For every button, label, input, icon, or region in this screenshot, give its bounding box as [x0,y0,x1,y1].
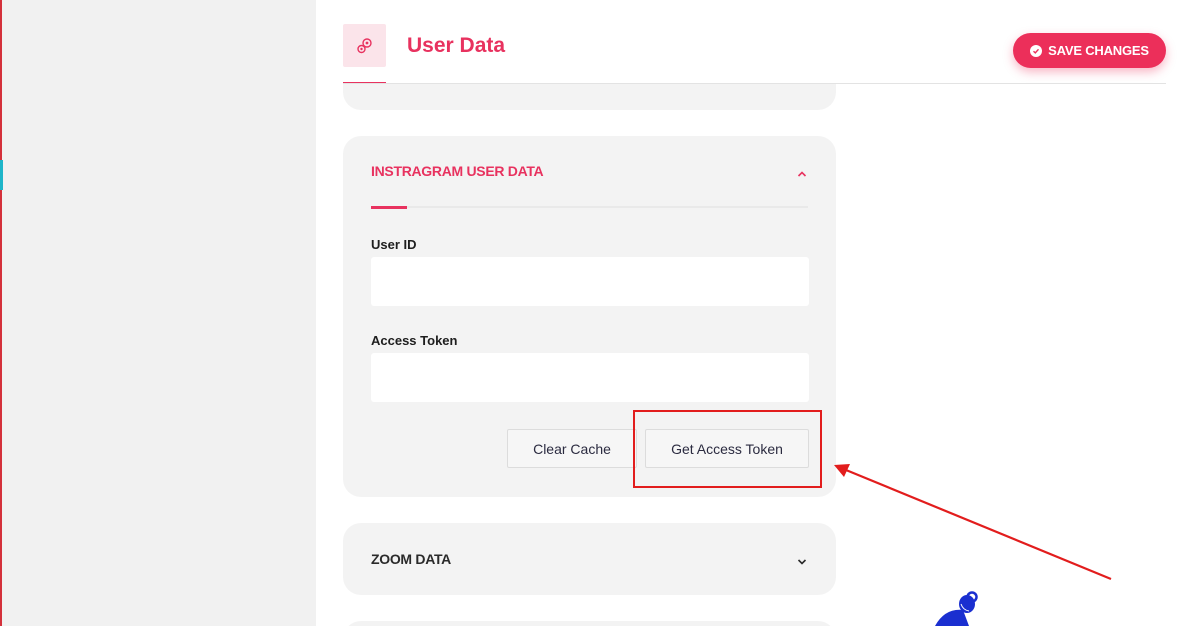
instagram-section-title[interactable]: INSTRAGRAM USER DATA [371,163,544,179]
save-changes-label: SAVE CHANGES [1048,43,1149,58]
chevron-up-icon[interactable] [797,165,807,183]
left-edge-marker [0,160,3,190]
mascot-illustration [935,591,978,626]
page-title: User Data [407,34,506,57]
user-id-input[interactable] [371,257,809,306]
zoom-section-title[interactable]: ZOOM DATA [371,551,451,567]
check-circle-icon [1030,44,1043,57]
clear-cache-button[interactable]: Clear Cache [507,429,637,468]
left-edge-accent [0,0,2,626]
annotation-arrow [834,464,1112,581]
gears-icon [343,24,386,67]
annotation-highlight-box [633,410,822,488]
chevron-down-icon[interactable] [797,553,807,571]
previous-section-card [343,84,836,110]
next-section-card [343,621,836,626]
left-sidebar-panel [0,0,316,626]
section-tab-active-indicator [371,206,407,209]
access-token-label: Access Token [371,333,458,348]
save-changes-button[interactable]: SAVE CHANGES [1013,33,1166,68]
user-id-label: User ID [371,237,417,252]
section-tab-rule [371,206,808,208]
access-token-input[interactable] [371,353,809,402]
